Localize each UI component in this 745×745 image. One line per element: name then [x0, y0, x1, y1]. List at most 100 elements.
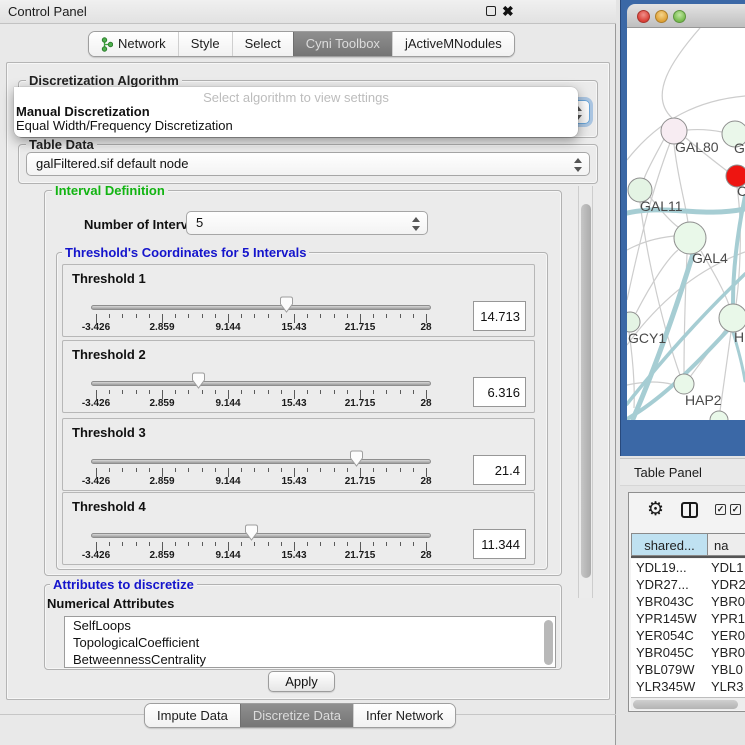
minor-tick [334, 468, 335, 472]
dropdown-item-equal-width-frequency-discretization[interactable]: Equal Width/Frequency Discretization [16, 118, 233, 133]
cell-name[interactable]: YDR2 [709, 576, 745, 593]
column-header-name[interactable]: na [708, 533, 745, 556]
slider-track[interactable] [91, 381, 431, 386]
list-scrollbar[interactable] [544, 620, 553, 665]
scrollbar-thumb[interactable] [581, 204, 591, 578]
panel-vertical-scrollbar[interactable] [578, 186, 593, 598]
zoom-window-icon[interactable] [673, 10, 686, 23]
table-row[interactable]: YBL079WYBL0 [631, 661, 745, 678]
cell-shared-name[interactable]: YDL19... [631, 559, 709, 576]
table-row[interactable]: YPR145WYPR1 [631, 610, 745, 627]
minor-tick [413, 468, 414, 472]
minor-tick [241, 468, 242, 472]
table-row[interactable]: YDL19...YDL1 [631, 559, 745, 576]
scale-label: 9.144 [215, 398, 240, 409]
slider-thumb[interactable] [349, 450, 364, 467]
cell-shared-name[interactable]: YBR045C [631, 644, 709, 661]
tab-discretize-data[interactable]: Discretize Data [240, 704, 353, 728]
tab-cyni-toolbox[interactable]: Cyni Toolbox [293, 32, 392, 56]
table-row[interactable]: YLR345WYLR3 [631, 678, 745, 695]
cell-name[interactable]: YBR0 [709, 593, 745, 610]
numerical-attributes-list[interactable]: SelfLoopsTopologicalCoefficientBetweenne… [64, 616, 556, 668]
threshold-value-field[interactable] [473, 455, 526, 485]
scale-label: 2.859 [149, 398, 174, 409]
attribute-item-selfloops[interactable]: SelfLoops [65, 617, 555, 634]
minor-tick [307, 390, 308, 394]
threshold-value-field[interactable] [473, 529, 526, 559]
minor-tick [268, 542, 269, 546]
tab-impute-data[interactable]: Impute Data [145, 704, 240, 728]
scale-label: 21.715 [345, 550, 376, 561]
close-window-icon[interactable] [637, 10, 650, 23]
slider-thumb[interactable] [191, 372, 206, 389]
cell-shared-name[interactable]: YBR043C [631, 593, 709, 610]
table-row[interactable]: YBR045CYBR0 [631, 644, 745, 661]
network-node-label: HAP2 [685, 392, 722, 408]
cell-name[interactable]: YPR1 [709, 610, 745, 627]
scale-label: 9.144 [215, 322, 240, 333]
cell-name[interactable]: YDL1 [709, 559, 745, 576]
slider-thumb[interactable] [244, 524, 259, 541]
table-row[interactable]: YDR27...YDR2 [631, 576, 745, 593]
threshold-value-field[interactable] [473, 301, 526, 331]
checkbox-icon[interactable]: ✓ [715, 504, 726, 515]
slider-thumb[interactable] [279, 296, 294, 313]
float-panel-icon[interactable] [486, 6, 496, 16]
slider-track[interactable] [91, 459, 431, 464]
minor-tick [268, 390, 269, 394]
network-node[interactable] [719, 304, 745, 332]
tab-label: Style [191, 32, 220, 56]
tab-select[interactable]: Select [232, 32, 293, 56]
network-node[interactable] [710, 411, 728, 420]
table-data-combobox[interactable]: galFiltered.sif default node [26, 152, 590, 176]
tab-label: jActiveMNodules [405, 32, 502, 56]
cell-shared-name[interactable]: YPR145W [631, 610, 709, 627]
num-intervals-combobox[interactable]: 5 [186, 211, 428, 235]
table-data-value: galFiltered.sif default node [36, 156, 188, 171]
cell-name[interactable]: YER0 [709, 627, 745, 644]
tab-style[interactable]: Style [178, 32, 232, 56]
minor-tick [109, 468, 110, 472]
minor-tick [307, 542, 308, 546]
table-horizontal-scrollbar[interactable] [631, 697, 745, 710]
network-node-label: H [734, 329, 744, 345]
attribute-item-betweennesscentrality[interactable]: BetweennessCentrality [65, 651, 555, 668]
scrollbar-thumb[interactable] [633, 700, 738, 709]
table-row[interactable]: YER054CYER0 [631, 627, 745, 644]
cell-shared-name[interactable]: YDR27... [631, 576, 709, 593]
dropdown-item-manual-discretization[interactable]: Manual Discretization [16, 104, 150, 119]
gear-icon[interactable]: ⚙ [647, 499, 664, 519]
minor-tick [347, 542, 348, 546]
slider-track[interactable] [91, 533, 431, 538]
columns-icon[interactable] [681, 502, 698, 518]
minor-tick [254, 468, 255, 472]
minor-tick [202, 542, 203, 546]
cell-shared-name[interactable]: YBL079W [631, 661, 709, 678]
cell-name[interactable]: YLR3 [709, 678, 745, 695]
column-header-shared-name[interactable]: shared... [631, 533, 708, 556]
tab-network[interactable]: Network [89, 32, 178, 56]
tab-jactivemnodules[interactable]: jActiveMNodules [392, 32, 514, 56]
table-row[interactable]: YBR043CYBR0 [631, 593, 745, 610]
threshold-panel: Threshold 2 -3.4262.8599.14415.4321.7152… [62, 340, 535, 413]
network-node[interactable] [627, 312, 640, 332]
apply-button[interactable]: Apply [268, 671, 335, 692]
scale-label: -3.426 [82, 322, 110, 333]
close-panel-icon[interactable]: ✖ [502, 5, 514, 17]
attribute-item-topologicalcoefficient[interactable]: TopologicalCoefficient [65, 634, 555, 651]
minor-tick [320, 542, 321, 546]
minor-tick [386, 314, 387, 318]
cell-name[interactable]: YBR0 [709, 644, 745, 661]
cell-shared-name[interactable]: YLR345W [631, 678, 709, 695]
network-node-label: C [737, 183, 745, 199]
minor-tick [202, 468, 203, 472]
network-node[interactable] [674, 374, 694, 394]
threshold-value-field[interactable] [473, 377, 526, 407]
cell-name[interactable]: YBL0 [709, 661, 745, 678]
cell-shared-name[interactable]: YER054C [631, 627, 709, 644]
minimize-window-icon[interactable] [655, 10, 668, 23]
tab-infer-network[interactable]: Infer Network [353, 704, 455, 728]
slider-track[interactable] [91, 305, 431, 310]
network-canvas[interactable]: GAL80GACGAL11GAL4GCY1HHAP2 [627, 28, 745, 420]
checkbox-icon[interactable]: ✓ [730, 504, 741, 515]
